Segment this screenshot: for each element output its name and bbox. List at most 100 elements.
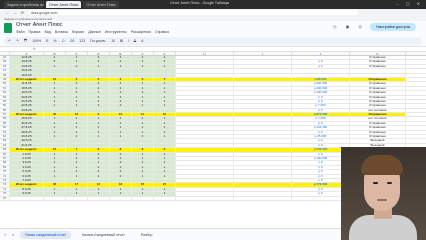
column-header[interactable]: J [292, 52, 350, 56]
table-cell[interactable] [154, 73, 176, 77]
row-number[interactable]: 46 [0, 64, 10, 69]
table-cell[interactable]: 8 [110, 148, 132, 152]
table-cell[interactable] [176, 117, 234, 121]
table-cell[interactable] [110, 139, 132, 143]
table-cell[interactable] [234, 187, 292, 192]
table-cell[interactable]: 1 [154, 95, 176, 99]
table-cell[interactable] [154, 196, 176, 200]
table-cell[interactable]: 1 [66, 192, 88, 196]
table-cell[interactable]: 1 [44, 117, 66, 121]
table-cell[interactable]: Отправлено [350, 135, 406, 139]
row-number[interactable]: 45 [0, 60, 10, 64]
table-cell[interactable] [44, 108, 66, 113]
table-cell[interactable]: 20.8.25 [10, 95, 44, 99]
table-cell[interactable]: нет согласия [350, 108, 406, 113]
table-cell[interactable]: Отправлено [350, 91, 406, 95]
table-cell[interactable]: 1 [110, 117, 132, 121]
table-cell[interactable] [176, 99, 234, 104]
font-select[interactable]: По умолч. [90, 39, 106, 43]
browser-tab-active[interactable]: Отчет Агент Плюс [46, 1, 82, 8]
table-cell[interactable]: 1 [154, 82, 176, 86]
table-cell[interactable]: 7 [66, 148, 88, 152]
row-number[interactable]: 66 [0, 152, 10, 156]
table-cell[interactable]: 1 [44, 135, 66, 139]
table-cell[interactable]: 2 [88, 104, 110, 108]
table-cell[interactable]: 5 [44, 60, 66, 64]
table-cell[interactable]: 1 [88, 135, 110, 139]
table-cell[interactable]: 2 [88, 82, 110, 86]
row-number[interactable]: 64 [0, 143, 10, 148]
menu-item[interactable]: Правка [29, 30, 41, 34]
table-cell[interactable]: 2 [132, 91, 154, 95]
table-cell[interactable] [176, 183, 234, 187]
table-cell[interactable]: 1 [132, 156, 154, 161]
table-cell[interactable]: 18 [110, 183, 132, 187]
row-number[interactable]: 70 [0, 170, 10, 174]
table-cell[interactable] [66, 178, 88, 183]
table-cell[interactable]: 2 [66, 64, 88, 69]
table-cell[interactable]: 42 [44, 183, 66, 187]
table-cell[interactable]: 16.8.25 [10, 73, 44, 77]
table-cell[interactable]: 6 [88, 148, 110, 152]
table-cell[interactable] [292, 69, 350, 73]
table-cell[interactable] [176, 148, 234, 152]
table-cell[interactable] [292, 73, 350, 77]
table-cell[interactable]: Отправлено [350, 95, 406, 99]
table-cell[interactable] [88, 108, 110, 113]
table-cell[interactable] [10, 196, 44, 200]
table-cell[interactable]: 2 [110, 165, 132, 170]
table-cell[interactable] [176, 108, 234, 113]
table-cell[interactable] [234, 104, 292, 108]
table-cell[interactable]: 2 [88, 156, 110, 161]
table-cell[interactable] [132, 178, 154, 183]
table-cell[interactable] [176, 86, 234, 91]
table-cell[interactable]: 15 [132, 183, 154, 187]
table-cell[interactable] [234, 60, 292, 64]
table-cell[interactable]: Отправлено [350, 104, 406, 108]
table-cell[interactable]: Отправлено [350, 56, 406, 60]
row-number[interactable]: 47 [0, 69, 10, 73]
table-cell[interactable]: 1 [110, 130, 132, 135]
table-cell[interactable]: 30.8.25 [10, 139, 44, 143]
table-cell[interactable]: 1 [88, 161, 110, 165]
table-cell[interactable] [132, 143, 154, 148]
table-cell[interactable] [234, 165, 292, 170]
column-header[interactable]: F [132, 52, 154, 56]
status-chip[interactable]: р.0 [292, 130, 350, 135]
table-cell[interactable]: 1 [88, 121, 110, 126]
forward-icon[interactable]: → [14, 11, 18, 15]
table-cell[interactable] [292, 56, 350, 60]
status-chip[interactable]: р.675 000 [292, 113, 350, 117]
table-cell[interactable]: 1 [132, 117, 154, 121]
sheet-tab[interactable]: Разбор [136, 231, 158, 239]
table-cell[interactable]: 1 [132, 130, 154, 135]
table-cell[interactable]: Отправлено [350, 126, 406, 130]
table-cell[interactable] [44, 73, 66, 77]
table-cell[interactable]: 2 [110, 82, 132, 86]
table-cell[interactable]: 2 [110, 86, 132, 91]
table-cell[interactable]: 2 [66, 135, 88, 139]
table-cell[interactable]: 6 [154, 148, 176, 152]
table-cell[interactable]: 31.8.25 [10, 143, 44, 148]
sheet-tab[interactable]: Казань Ежедневный отчет [77, 231, 130, 239]
table-cell[interactable]: 1 [154, 187, 176, 192]
table-cell[interactable]: 26.8.25 [10, 121, 44, 126]
table-cell[interactable] [176, 156, 234, 161]
table-cell[interactable] [234, 178, 292, 183]
table-cell[interactable]: 1 [44, 156, 66, 161]
table-cell[interactable]: 1 [66, 174, 88, 178]
status-chip[interactable]: р.7 000 [292, 104, 350, 108]
table-cell[interactable]: Отправлено [350, 121, 406, 126]
table-cell[interactable] [132, 73, 154, 77]
table-cell[interactable]: 1 [88, 192, 110, 196]
table-cell[interactable]: Итого неделя: [10, 113, 44, 117]
table-cell[interactable]: 11 [132, 113, 154, 117]
table-cell[interactable] [154, 178, 176, 183]
column-header[interactable]: H [176, 52, 234, 56]
table-cell[interactable]: 1 [154, 86, 176, 91]
table-cell[interactable] [132, 139, 154, 143]
table-cell[interactable]: 1 [66, 86, 88, 91]
table-cell[interactable] [176, 56, 234, 60]
table-cell[interactable]: 1 [132, 192, 154, 196]
table-cell[interactable] [176, 91, 234, 95]
